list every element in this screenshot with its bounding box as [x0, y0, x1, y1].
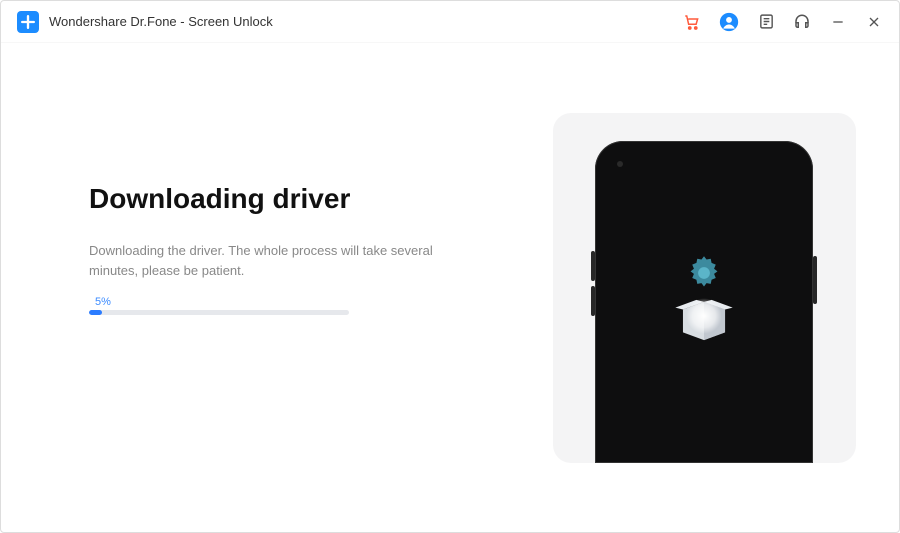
app-logo-icon	[17, 11, 39, 33]
titlebar-controls	[683, 12, 883, 32]
progress-percent-label: 5%	[95, 296, 499, 308]
support-icon[interactable]	[793, 13, 811, 31]
window-title: Wondershare Dr.Fone - Screen Unlock	[49, 14, 273, 29]
cart-icon[interactable]	[683, 13, 701, 31]
page-heading: Downloading driver	[89, 183, 499, 215]
left-panel: Downloading driver Downloading the drive…	[1, 43, 549, 532]
right-panel	[549, 43, 899, 532]
titlebar: Wondershare Dr.Fone - Screen Unlock	[1, 1, 899, 43]
feedback-icon[interactable]	[757, 13, 775, 31]
close-button[interactable]	[865, 13, 883, 31]
progress-fill	[89, 310, 102, 315]
page-subtext: Downloading the driver. The whole proces…	[89, 241, 469, 280]
gear-icon	[683, 252, 725, 294]
glow-icon	[686, 298, 722, 334]
phone-screen-content	[664, 252, 744, 342]
phone-icon	[595, 141, 813, 463]
progress-bar	[89, 310, 349, 315]
minimize-button[interactable]	[829, 13, 847, 31]
account-icon[interactable]	[719, 12, 739, 32]
device-illustration	[553, 113, 856, 463]
main-content: Downloading driver Downloading the drive…	[1, 43, 899, 532]
